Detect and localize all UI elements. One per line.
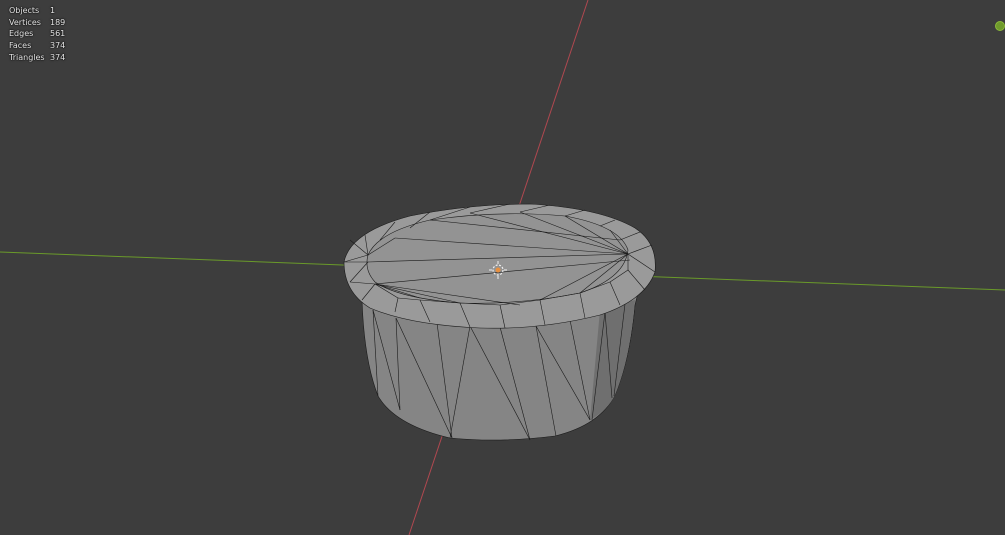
stat-label: Edges bbox=[9, 29, 34, 39]
stat-row-faces: Faces 374 bbox=[9, 40, 65, 52]
viewport-statistics: Objects 1 Vertices 189 Edges 561 Faces 3… bbox=[9, 5, 65, 64]
stat-row-objects: Objects 1 bbox=[9, 5, 65, 17]
navigation-gizmo-y-icon[interactable] bbox=[995, 21, 1005, 31]
stat-value: 374 bbox=[50, 52, 66, 62]
stat-row-edges: Edges 561 bbox=[9, 28, 65, 40]
stat-row-triangles: Triangles 374 bbox=[9, 52, 65, 64]
stat-value: 1 bbox=[50, 6, 56, 15]
stat-value: 561 bbox=[50, 29, 66, 39]
stat-value: 189 bbox=[50, 17, 66, 27]
stat-label: Objects bbox=[9, 6, 40, 15]
stat-row-vertices: Vertices 189 bbox=[9, 17, 65, 29]
stat-value: 374 bbox=[50, 41, 66, 51]
cylinder-mesh[interactable] bbox=[343, 203, 656, 441]
stat-label: Faces bbox=[9, 41, 32, 51]
stat-label: Vertices bbox=[9, 17, 41, 27]
3d-viewport[interactable] bbox=[0, 0, 1005, 535]
stat-label: Triangles bbox=[9, 52, 45, 62]
